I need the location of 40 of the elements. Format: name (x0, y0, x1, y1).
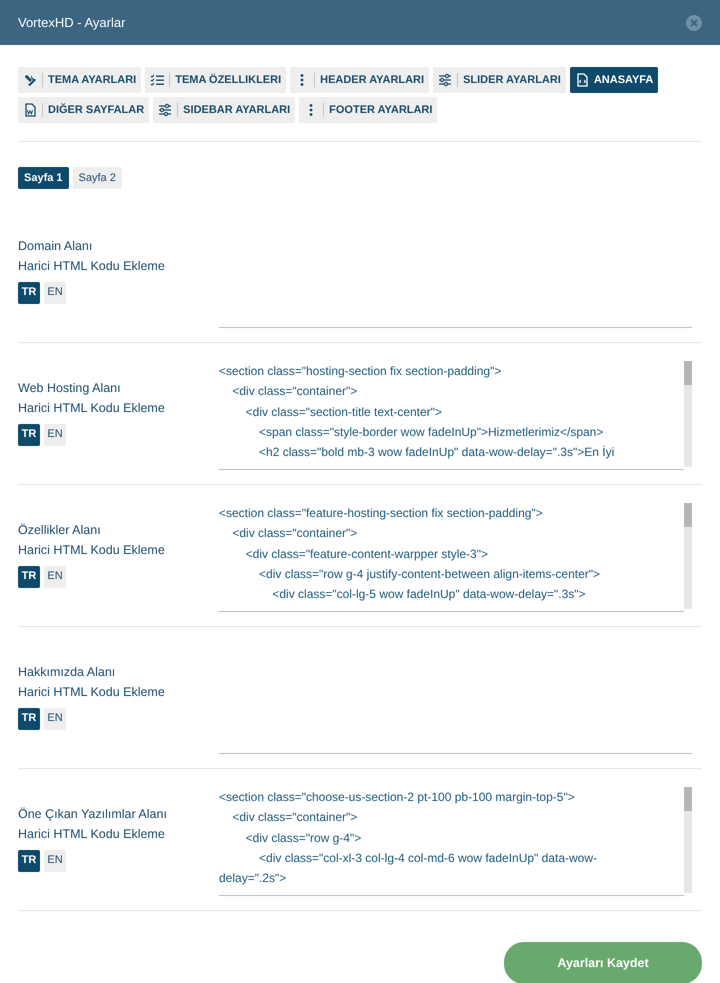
sliders-icon (438, 73, 452, 87)
section-subtitle: Harici HTML Kodu Ekleme (18, 400, 166, 416)
section-subtitle: Harici HTML Kodu Ekleme (18, 826, 166, 842)
scrollbar[interactable] (684, 503, 692, 609)
file-code-icon (574, 73, 589, 87)
language-tab[interactable]: TR (18, 424, 40, 446)
section-title: Domain Alanı (18, 238, 94, 254)
section-subtitle: Harici HTML Kodu Ekleme (18, 542, 166, 558)
tab[interactable]: SIDEBAR AYARLARI (153, 97, 296, 123)
section-subtitle: Harici HTML Kodu Ekleme (18, 684, 166, 700)
tab[interactable]: ANASAYFA (570, 67, 658, 93)
language-tab[interactable]: TR (18, 282, 40, 304)
scrollbar[interactable] (684, 787, 692, 893)
language-tab[interactable]: EN (44, 566, 66, 588)
language-tab[interactable]: EN (44, 424, 66, 446)
section-title: Web Hosting Alanı (18, 380, 122, 397)
section-subtitle: Harici HTML Kodu Ekleme (18, 258, 166, 274)
language-tab[interactable]: TR (18, 708, 40, 730)
tab[interactable]: DIĞER SAYFALAR (18, 97, 150, 123)
close-icon[interactable] (686, 14, 702, 30)
scrollbar[interactable] (684, 361, 692, 467)
language-tab[interactable]: EN (44, 850, 66, 872)
language-tab[interactable]: TR (18, 566, 40, 588)
window-title: VortexHD - Ayarlar (18, 14, 126, 32)
tab[interactable]: SLIDER AYARLARI (433, 67, 566, 93)
checklist-icon (150, 73, 164, 87)
sliders-icon (158, 103, 172, 117)
section-title: Öne Çıkan Yazılımlar Alanı (18, 806, 168, 823)
tab[interactable]: HEADER AYARLARI (290, 67, 430, 93)
section-title: Özellikler Alanı (18, 522, 102, 538)
language-tab[interactable]: EN (44, 282, 66, 304)
tab[interactable]: TEMA AYARLARI (18, 67, 142, 93)
tab[interactable]: TEMA ÖZELLIKLERI (145, 67, 286, 93)
section-title: Hakkımızda Alanı (18, 664, 116, 680)
page-tab[interactable]: Sayfa 1 (18, 167, 69, 189)
page-tab[interactable]: Sayfa 2 (72, 167, 122, 189)
tab[interactable]: FOOTER AYARLARI (299, 97, 438, 123)
file-word-icon (23, 103, 37, 117)
language-tab[interactable]: TR (18, 850, 40, 872)
language-tab[interactable]: EN (44, 708, 66, 730)
